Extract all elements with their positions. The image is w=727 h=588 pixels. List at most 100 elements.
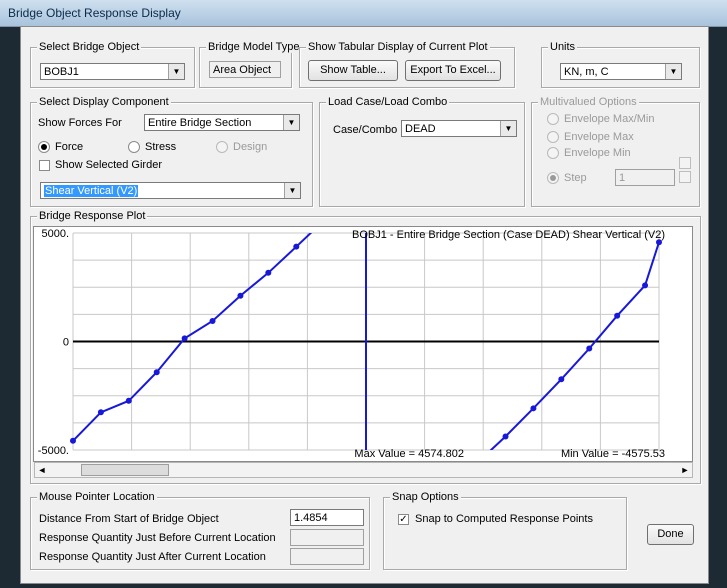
show-forces-value: Entire Bridge Section <box>148 117 252 129</box>
snap-checkbox[interactable]: ✓ <box>398 514 409 525</box>
mouse-pointer-location-legend: Mouse Pointer Location <box>37 491 157 503</box>
chevron-down-icon[interactable]: ▼ <box>168 64 184 79</box>
data-point <box>125 397 132 404</box>
show-forces-label: Show Forces For <box>38 117 122 129</box>
scroll-right-icon[interactable]: ► <box>678 463 692 477</box>
stress-label: Stress <box>145 141 177 153</box>
response-after-field <box>290 548 364 565</box>
design-radio[interactable] <box>216 141 228 153</box>
case-combo-label: Case/Combo <box>333 124 398 136</box>
series-line <box>73 233 313 442</box>
step-radio[interactable] <box>547 172 559 184</box>
data-point <box>586 345 593 352</box>
load-case-group: Load Case/Load Combo Case/Combo DEAD ▼ <box>319 96 525 207</box>
stress-radio[interactable] <box>128 141 140 153</box>
show-selected-girder-label: Show Selected Girder <box>55 159 162 171</box>
envelope-maxmin-label: Envelope Max/Min <box>564 113 655 125</box>
data-point <box>237 292 244 299</box>
multivalued-options-group: Multivalued Options Envelope Max/Min Env… <box>531 96 700 207</box>
show-selected-girder-checkbox[interactable] <box>39 160 50 171</box>
response-after-label: Response Quantity Just After Current Loc… <box>39 551 266 563</box>
distance-value: 1.4854 <box>294 512 328 524</box>
step-label: Step <box>564 172 587 184</box>
envelope-min-radio[interactable] <box>547 147 559 159</box>
response-before-label: Response Quantity Just Before Current Lo… <box>39 532 276 544</box>
envelope-max-radio[interactable] <box>547 131 559 143</box>
envelope-min-label: Envelope Min <box>564 147 631 159</box>
plot-title: BOBJ1 - Entire Bridge Section (Case DEAD… <box>352 229 665 241</box>
component-value-text: Shear Vertical (V2) <box>44 185 139 197</box>
show-forces-combo[interactable]: Entire Bridge Section ▼ <box>144 114 300 131</box>
snap-options-legend: Snap Options <box>390 491 461 503</box>
step-field[interactable]: 1 <box>615 169 675 186</box>
chevron-down-icon[interactable]: ▼ <box>283 115 299 130</box>
select-bridge-object-legend: Select Bridge Object <box>37 41 142 53</box>
data-point <box>293 243 300 250</box>
window-title: Bridge Object Response Display <box>8 6 181 20</box>
display-component-legend: Select Display Component <box>37 96 171 108</box>
bridge-model-type-field: Area Object <box>209 61 281 78</box>
units-value: KN, m, C <box>564 66 609 78</box>
bridge-response-plot-legend: Bridge Response Plot <box>37 210 148 222</box>
title-bar: Bridge Object Response Display <box>0 0 727 27</box>
data-point <box>181 335 188 342</box>
data-point <box>642 282 649 289</box>
step-value: 1 <box>619 172 626 184</box>
design-label: Design <box>233 141 268 153</box>
step-spin-down[interactable] <box>679 171 691 183</box>
force-label: Force <box>55 141 84 153</box>
data-point <box>153 369 160 376</box>
select-bridge-object-group: Select Bridge Object BOBJ1 ▼ <box>30 41 195 88</box>
units-group: Units KN, m, C ▼ <box>541 41 700 88</box>
tabular-display-legend: Show Tabular Display of Current Plot <box>306 41 490 53</box>
bridge-model-type-legend: Bridge Model Type <box>206 41 302 53</box>
step-spin-up[interactable] <box>679 157 691 169</box>
y-tick-label: 5000. <box>41 228 69 240</box>
data-point <box>502 433 509 440</box>
done-button[interactable]: Done <box>647 524 694 545</box>
plot-frame: 5000. 0 -5000. BOBJ1 - Entire Bridge Sectio… <box>33 226 693 462</box>
data-point <box>97 409 104 416</box>
response-before-field <box>290 529 364 546</box>
chevron-down-icon[interactable]: ▼ <box>284 183 300 198</box>
y-tick-label: 0 <box>63 337 69 349</box>
multivalued-options-legend: Multivalued Options <box>538 96 639 108</box>
data-point <box>558 376 565 383</box>
component-combo[interactable]: Shear Vertical (V2) ▼ <box>40 182 301 199</box>
snap-label: Snap to Computed Response Points <box>415 513 593 525</box>
force-radio[interactable] <box>38 141 50 153</box>
max-value-label: Max Value = 4574.802 <box>354 448 464 460</box>
tabular-display-group: Show Tabular Display of Current Plot Sho… <box>299 41 515 88</box>
data-point <box>265 269 272 276</box>
bridge-model-type-group: Bridge Model Type Area Object <box>199 41 302 88</box>
scroll-left-icon[interactable]: ◄ <box>35 463 49 477</box>
plot-horizontal-scrollbar[interactable]: ◄ ► <box>34 462 693 478</box>
envelope-max-label: Envelope Max <box>564 131 634 143</box>
show-table-button[interactable]: Show Table... <box>308 60 398 81</box>
load-case-legend: Load Case/Load Combo <box>326 96 450 108</box>
distance-field[interactable]: 1.4854 <box>290 509 364 526</box>
data-point <box>614 312 621 319</box>
scroll-thumb[interactable] <box>81 464 169 476</box>
envelope-maxmin-radio[interactable] <box>547 113 559 125</box>
units-legend: Units <box>548 41 578 53</box>
chevron-down-icon[interactable]: ▼ <box>500 121 516 136</box>
display-component-group: Select Display Component Show Forces For… <box>30 96 313 207</box>
bridge-model-type-value: Area Object <box>213 64 272 76</box>
min-value-label: Min Value = -4575.53 <box>561 448 665 460</box>
chevron-down-icon[interactable]: ▼ <box>665 64 681 79</box>
series-line <box>365 233 659 450</box>
bridge-object-combo[interactable]: BOBJ1 ▼ <box>40 63 185 80</box>
component-value: Shear Vertical (V2) <box>44 185 139 197</box>
distance-label: Distance From Start of Bridge Object <box>39 513 219 525</box>
export-to-excel-button[interactable]: Export To Excel... <box>405 60 501 81</box>
data-point <box>530 405 537 412</box>
units-combo[interactable]: KN, m, C ▼ <box>560 63 682 80</box>
case-combo-value: DEAD <box>405 123 436 135</box>
response-plot-svg: 5000. 0 -5000. BOBJ1 - Entire Bridge Sectio… <box>38 228 665 460</box>
data-point <box>70 437 76 444</box>
y-tick-label: -5000. <box>38 445 69 457</box>
bridge-object-value: BOBJ1 <box>44 66 79 78</box>
snap-options-group: Snap Options ✓ Snap to Computed Response… <box>383 491 627 570</box>
case-combo[interactable]: DEAD ▼ <box>401 120 517 137</box>
